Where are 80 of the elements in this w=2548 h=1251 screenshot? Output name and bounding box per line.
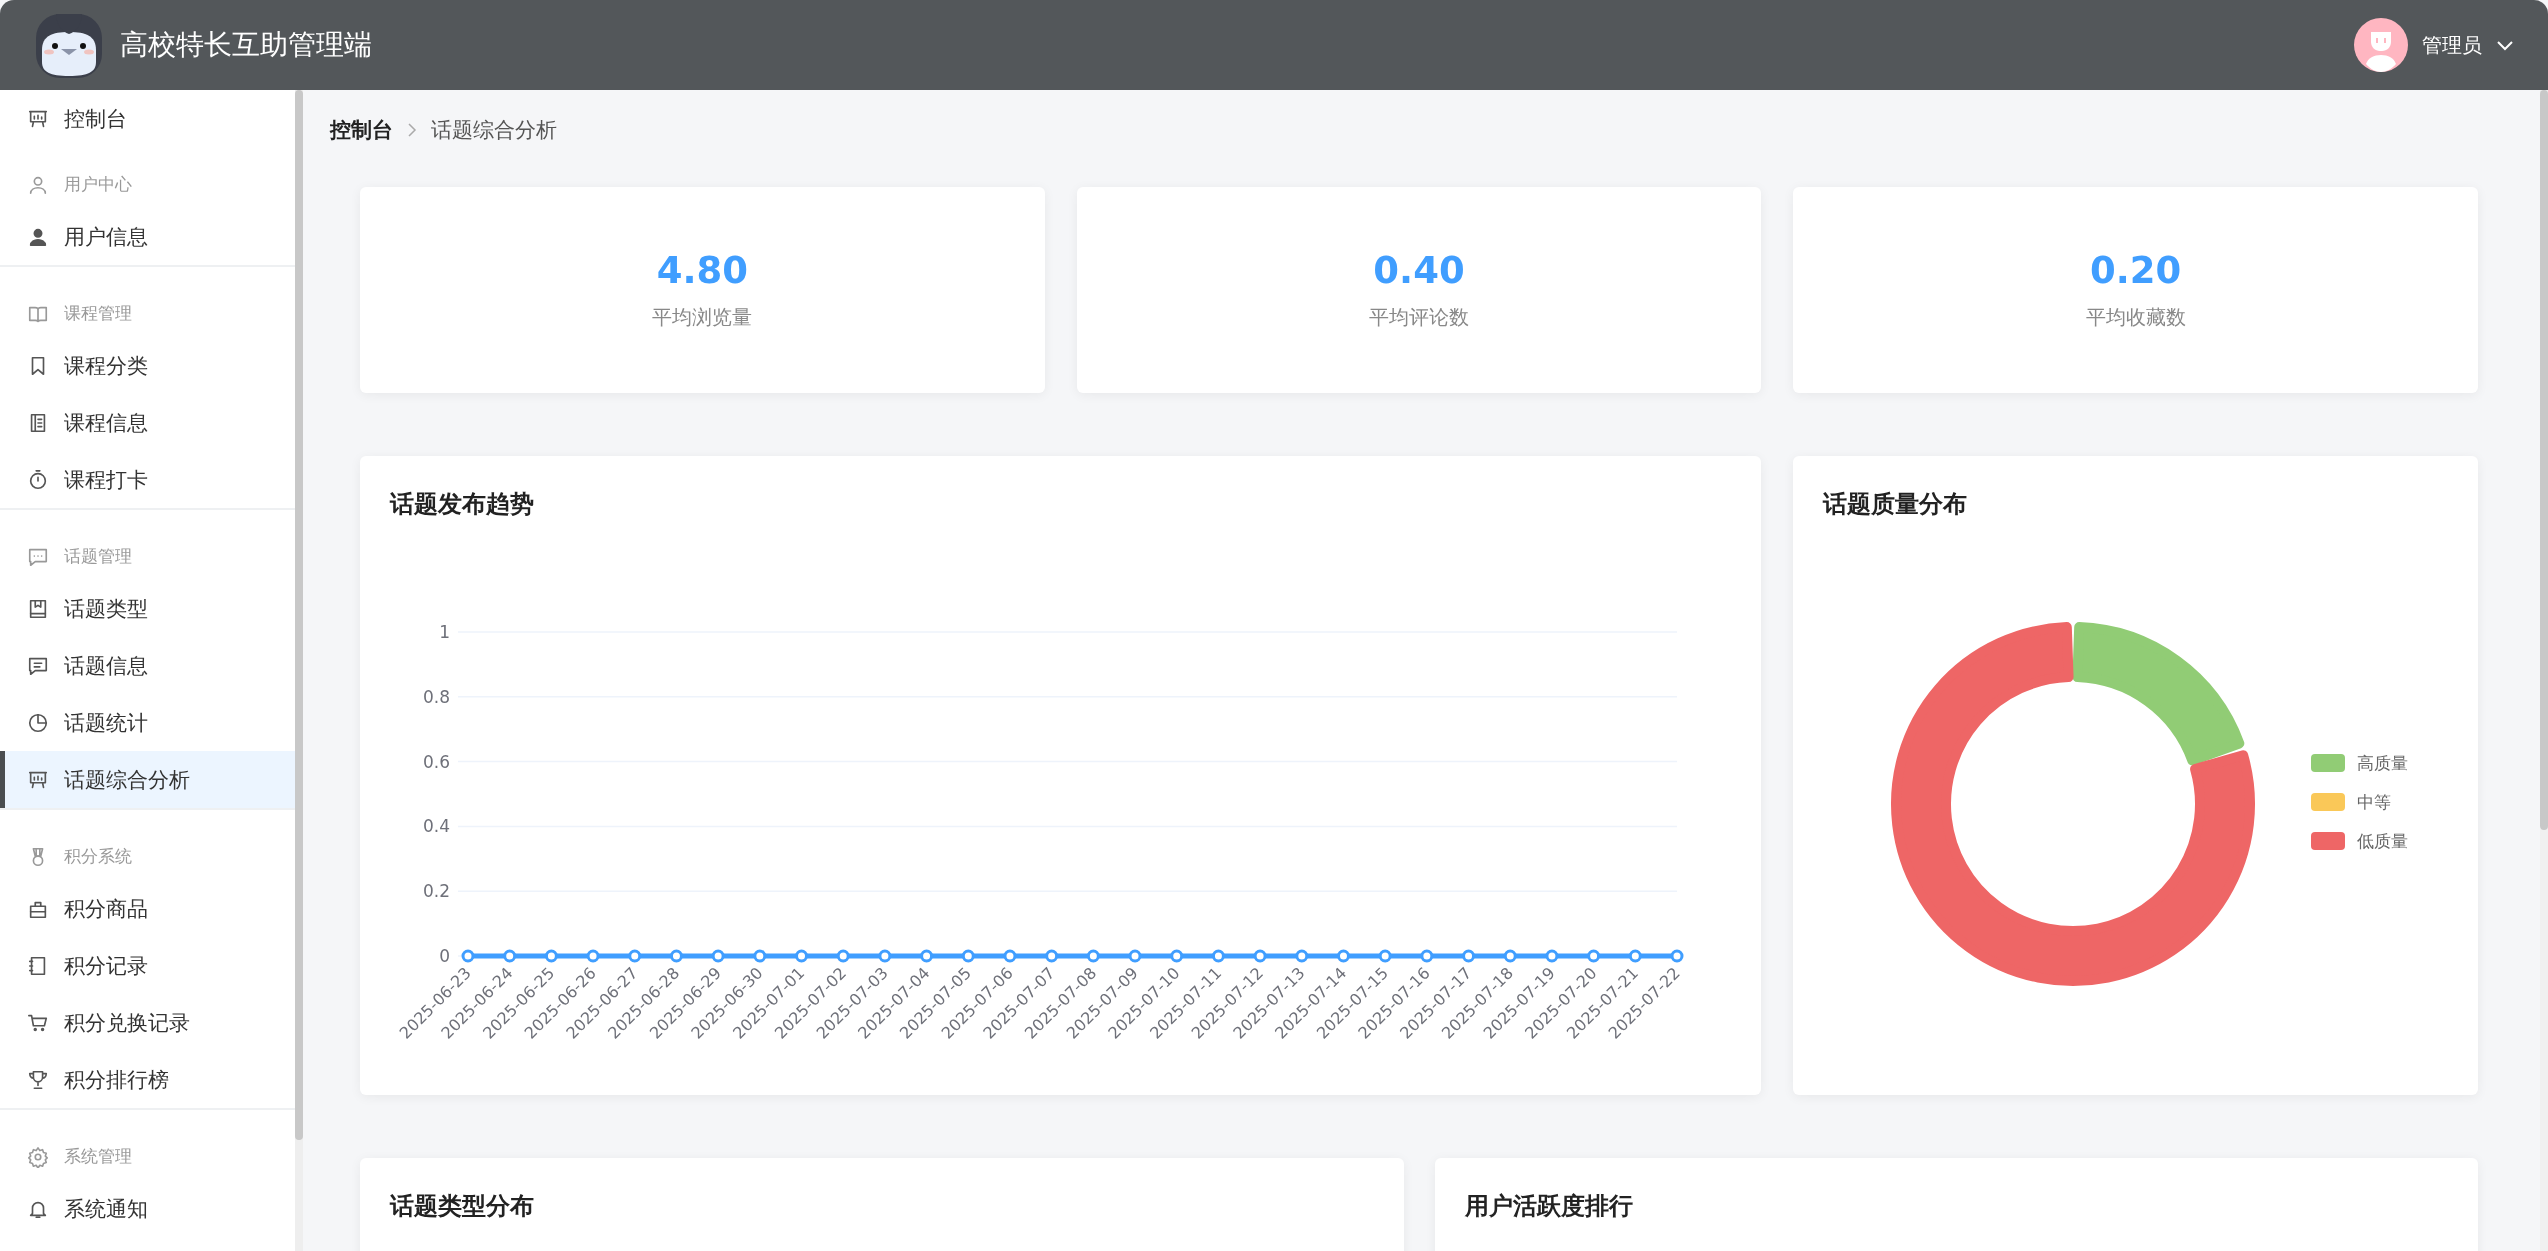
data-point <box>503 949 517 963</box>
sidebar-item[interactable]: 课程信息 <box>0 394 295 451</box>
sidebar-item[interactable]: 用户信息 <box>0 208 295 265</box>
data-point <box>1545 949 1559 963</box>
card-title: 话题类型分布 <box>388 1191 535 1222</box>
data-point <box>1295 949 1309 963</box>
axis-tick-label: 0.2 <box>422 881 450 902</box>
stat-value: 0.20 <box>2090 249 2182 292</box>
user-menu-button[interactable]: 管理员 <box>2354 18 2514 72</box>
stat-label: 平均收藏数 <box>2085 304 2186 331</box>
card-title: 用户活跃度排行 <box>1463 1191 1634 1222</box>
sidebar-item[interactable]: 话题类型 <box>0 580 295 637</box>
book-icon <box>27 597 49 620</box>
legend-label: 低质量 <box>2357 831 2409 851</box>
menu-group-header: 积分系统 <box>0 819 295 880</box>
sidebar-item[interactable]: 控制台 <box>0 90 295 147</box>
stat-value: 4.80 <box>656 249 748 292</box>
card-title: 话题发布趋势 <box>388 489 535 520</box>
app-title: 高校特长互助管理端 <box>120 27 372 63</box>
data-point <box>1086 949 1100 963</box>
chevron-right-icon <box>407 122 417 138</box>
sidebar-item[interactable]: 课程分类 <box>0 337 295 394</box>
breadcrumb-link[interactable]: 控制台 <box>330 116 393 144</box>
data-point <box>1211 949 1225 963</box>
stat-label: 平均浏览量 <box>652 304 753 331</box>
sidebar-item[interactable]: 积分商品 <box>0 880 295 937</box>
data-point <box>1462 949 1476 963</box>
data-point <box>1045 949 1059 963</box>
data-point <box>461 949 475 963</box>
stat-value: 0.40 <box>1373 249 1465 292</box>
stat-label: 平均评论数 <box>1369 304 1469 331</box>
data-point <box>1628 949 1642 963</box>
data-point <box>1503 949 1517 963</box>
pie-chart-icon <box>27 711 49 734</box>
avatar-icon <box>2354 18 2408 72</box>
axis-tick-label: 0.8 <box>422 686 450 707</box>
data-point <box>836 949 850 963</box>
axis-tick-label: 0.4 <box>422 816 450 837</box>
data-point <box>1337 949 1350 963</box>
sidebar-item[interactable]: 话题综合分析 <box>0 751 295 808</box>
data-point <box>1670 949 1684 963</box>
sidebar-item[interactable]: 话题信息 <box>0 637 295 694</box>
menu-group-header: 话题管理 <box>0 519 295 580</box>
data-point <box>669 949 683 963</box>
data-point <box>1253 949 1267 963</box>
data-point <box>1003 949 1017 963</box>
data-point <box>1378 949 1392 963</box>
data-point <box>1420 949 1434 963</box>
breadcrumb-current: 话题综合分析 <box>431 117 557 144</box>
data-point <box>711 949 725 963</box>
stopwatch-icon <box>27 468 49 491</box>
chevron-down-icon <box>2496 39 2514 51</box>
data-point <box>1587 949 1601 963</box>
menu-group-header: 用户中心 <box>0 147 295 208</box>
settings-icon <box>27 1145 49 1168</box>
data-point <box>753 949 767 963</box>
data-point <box>795 949 808 963</box>
data-point <box>544 949 558 963</box>
menu-group-header: 课程管理 <box>0 276 295 337</box>
sidebar-item[interactable]: 积分兑换记录 <box>0 994 295 1051</box>
sidebar-item[interactable]: 积分排行榜 <box>0 1051 295 1108</box>
data-point <box>628 949 642 963</box>
data-point <box>920 949 934 963</box>
data-point <box>586 949 600 963</box>
axis-tick-label: 1 <box>439 622 450 642</box>
data-point <box>1170 949 1184 963</box>
sidebar-item[interactable]: 积分记录 <box>0 937 295 994</box>
sidebar-item[interactable]: 系统通知 <box>0 1180 295 1237</box>
menu-group-header: 系统管理 <box>0 1119 295 1180</box>
data-point <box>961 949 975 963</box>
sidebar-item[interactable]: 课程打卡 <box>0 451 295 508</box>
legend-label: 中等 <box>2357 792 2392 812</box>
trophy-icon <box>27 1068 49 1091</box>
data-point <box>1128 949 1142 963</box>
legend-label: 高质量 <box>2357 753 2409 773</box>
axis-tick-label: 0 <box>439 946 450 966</box>
sidebar-item[interactable]: 话题统计 <box>0 694 295 751</box>
card-title: 话题质量分布 <box>1821 489 1969 520</box>
axis-tick-label: 0.6 <box>422 751 450 772</box>
data-point <box>878 949 892 963</box>
